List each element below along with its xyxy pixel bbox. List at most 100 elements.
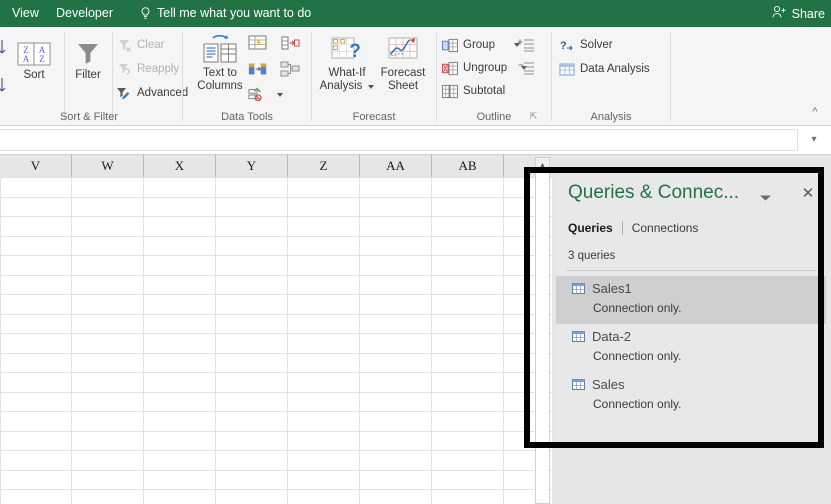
excel-window: View Developer Tell me what you want to … <box>0 0 831 504</box>
forecast-line1: Forecast <box>380 67 426 79</box>
column-header-W[interactable]: W <box>72 155 144 177</box>
grid-column-line <box>215 177 216 504</box>
query-status: Connection only. <box>593 349 682 363</box>
column-header-Z[interactable]: Z <box>288 155 360 177</box>
close-icon[interactable]: ✕ <box>800 185 816 201</box>
text-to-columns-icon <box>201 33 239 65</box>
column-header-AB[interactable]: AB <box>432 155 504 177</box>
solver-label: Solver <box>580 39 613 51</box>
group-icon <box>442 37 458 53</box>
dialog-launcher-icon[interactable]: ⇱ <box>528 111 539 122</box>
reapply-label: Reapply <box>137 63 180 75</box>
table-icon <box>572 283 585 294</box>
grid-column-line <box>503 177 504 504</box>
sheet-vertical-scrollbar[interactable]: ▲ <box>535 157 550 504</box>
query-name: Data-2 <box>592 329 632 344</box>
svg-text:?: ? <box>560 40 567 52</box>
solver-button[interactable]: ? Solver <box>559 35 613 55</box>
clear-button[interactable]: Clear <box>116 35 164 55</box>
subtotal-label: Subtotal <box>463 85 506 97</box>
reapply-icon <box>116 61 132 77</box>
subtotal-button[interactable]: Subtotal <box>442 81 505 101</box>
ungroup-icon <box>442 60 458 76</box>
data-analysis-icon <box>559 61 575 77</box>
ribbon: Z A A Z Sort Filter Clear Reapply Advanc… <box>0 27 831 126</box>
group-button[interactable]: Group <box>442 35 520 55</box>
share-label: Share <box>791 6 825 21</box>
show-detail-icon[interactable] <box>516 35 536 55</box>
query-name: Sales1 <box>592 281 632 296</box>
svg-text:A: A <box>23 54 30 64</box>
query-name-row: Sales1 <box>572 281 632 296</box>
query-list-item[interactable]: Sales1 Connection only. <box>556 276 826 324</box>
query-name-row: Data-2 <box>572 329 631 344</box>
grid-column-line <box>0 177 1 504</box>
remove-duplicates-icon[interactable] <box>280 33 300 53</box>
query-list-item[interactable]: Sales Connection only. <box>556 372 826 420</box>
sort-label: Sort <box>23 69 45 81</box>
reapply-button[interactable]: Reapply <box>116 59 179 79</box>
triangle-up-icon[interactable]: ▲ <box>536 158 549 173</box>
ribbon-collapse-button[interactable]: ^ <box>805 103 825 121</box>
what-if-analysis-button[interactable]: ? What-If Analysis <box>317 33 377 93</box>
sort-button[interactable]: Z A A Z Sort <box>8 35 60 82</box>
grid-column-line <box>431 177 432 504</box>
ribbon-group-data-tools: Text to Columns Data Tools <box>186 27 308 125</box>
table-icon <box>572 379 585 390</box>
consolidate-icon[interactable] <box>248 85 268 105</box>
what-if-caret-icon[interactable] <box>368 84 375 89</box>
group-title-sort-filter: Sort & Filter <box>59 111 119 123</box>
column-header-X[interactable]: X <box>144 155 216 177</box>
query-status: Connection only. <box>593 397 682 411</box>
sort-dialog-icon: Z A A Z <box>17 35 51 67</box>
filter-button[interactable]: Filter <box>66 35 110 82</box>
column-header-V[interactable]: V <box>0 155 72 177</box>
data-validation-icon[interactable] <box>248 59 268 79</box>
column-header-AA[interactable]: AA <box>360 155 432 177</box>
tab-connections[interactable]: Connections <box>632 221 699 235</box>
filter-icon <box>74 35 102 67</box>
tab-queries[interactable]: Queries <box>568 221 613 235</box>
query-list-item[interactable]: Data-2 Connection only. <box>556 324 826 372</box>
clear-label: Clear <box>137 39 165 51</box>
text-to-columns-line1: Text to <box>203 67 237 79</box>
ribbon-group-outline: Group Ungroup Subtotal Outline ⇱ <box>440 27 548 125</box>
advanced-filter-icon <box>116 85 132 101</box>
lightbulb-icon <box>140 7 151 20</box>
chevron-down-icon[interactable]: ▾ <box>805 131 823 147</box>
forecast-sheet-icon <box>386 33 420 65</box>
subtotal-icon <box>442 83 458 99</box>
tell-me-box[interactable]: Tell me what you want to do <box>140 0 311 27</box>
relationships-icon[interactable] <box>280 59 300 79</box>
what-if-icon: ? <box>330 33 364 65</box>
pane-title: Queries & Connec... <box>568 182 740 203</box>
text-to-columns-button[interactable]: Text to Columns <box>190 33 250 93</box>
ribbon-tab-bar: View Developer Tell me what you want to … <box>0 0 831 27</box>
consolidate-caret-icon[interactable] <box>277 93 283 97</box>
formula-bar: ▾ <box>0 126 831 155</box>
tell-me-label: Tell me what you want to do <box>157 6 312 20</box>
tab-view[interactable]: View <box>4 0 47 27</box>
tab-divider <box>621 221 623 235</box>
flash-fill-icon[interactable] <box>248 33 268 53</box>
formula-input[interactable] <box>0 129 798 151</box>
forecast-sheet-button[interactable]: Forecast Sheet <box>375 33 431 93</box>
column-header-Y[interactable]: Y <box>216 155 288 177</box>
hide-detail-icon[interactable] <box>516 58 536 78</box>
tab-developer[interactable]: Developer <box>48 0 121 27</box>
advanced-label: Advanced <box>137 87 189 99</box>
ungroup-label: Ungroup <box>463 62 508 74</box>
pane-divider <box>566 270 816 271</box>
person-add-icon <box>772 5 787 22</box>
pane-tabs: Queries Connections <box>568 221 698 235</box>
text-to-columns-line2: Columns <box>197 80 243 92</box>
grid-column-line <box>143 177 144 504</box>
share-button[interactable]: Share <box>772 0 825 27</box>
data-analysis-button[interactable]: Data Analysis <box>559 59 650 79</box>
filter-label: Filter <box>75 69 101 81</box>
advanced-button[interactable]: Advanced <box>116 83 188 103</box>
chevron-down-icon[interactable] <box>758 192 772 204</box>
grid-column-line <box>71 177 72 504</box>
ungroup-button[interactable]: Ungroup <box>442 58 528 78</box>
grid-column-line <box>359 177 360 504</box>
